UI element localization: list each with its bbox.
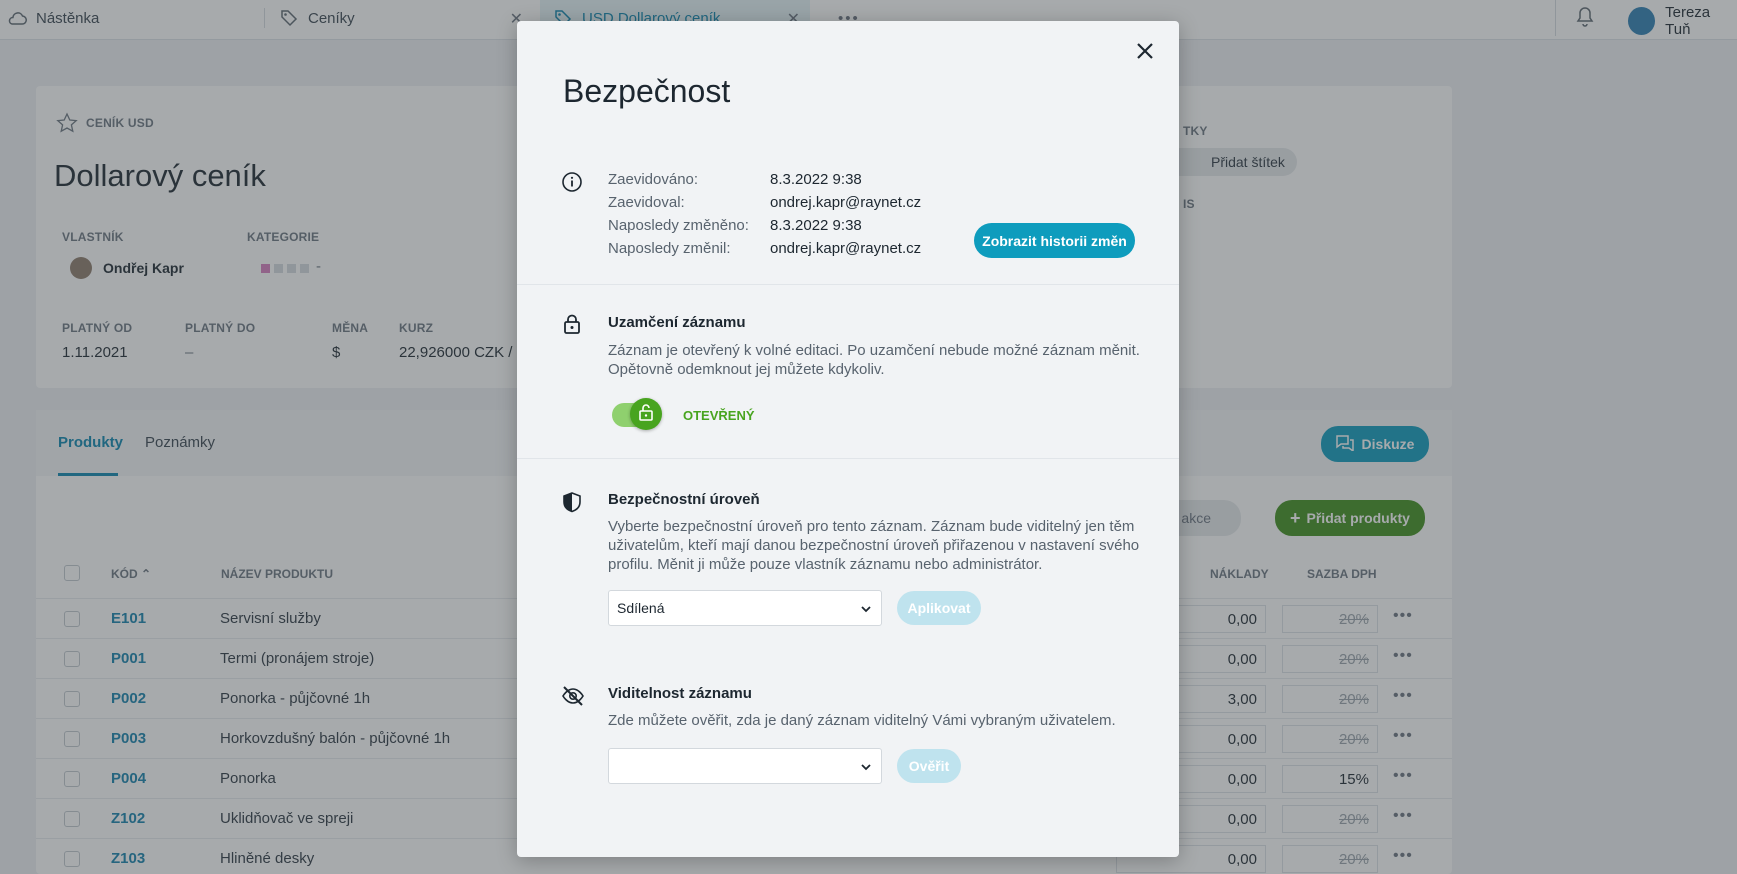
- dialog-title: Bezpečnost: [563, 73, 731, 109]
- created-value: 8.3.2022 9:38: [770, 171, 862, 188]
- changed-by-label: Naposledy změnil:: [608, 240, 731, 257]
- created-label: Zaevidováno:: [608, 171, 699, 188]
- section-divider: [517, 458, 1179, 459]
- show-history-button[interactable]: Zobrazit historii změn: [974, 223, 1135, 258]
- security-dialog: Bezpečnost Zaevidováno: 8.3.2022 9:38 Za…: [517, 21, 1179, 857]
- visibility-description: Zde můžete ověřit, zda je daný záznam vi…: [608, 712, 1116, 729]
- security-level-selected: Sdílená: [617, 600, 665, 616]
- security-level-select[interactable]: Sdílená: [608, 590, 882, 626]
- security-level-description: Vyberte bezpečnostní úroveň pro tento zá…: [608, 518, 1140, 573]
- lock-toggle-knob[interactable]: [630, 398, 662, 430]
- lock-icon: [561, 313, 583, 335]
- chevron-down-icon: [859, 760, 873, 774]
- chevron-down-icon: [859, 602, 873, 616]
- apply-button[interactable]: Aplikovat: [897, 591, 981, 625]
- changed-by-value: ondrej.kapr@raynet.cz: [770, 240, 922, 257]
- lock-section-title: Uzamčení záznamu: [608, 314, 746, 331]
- close-icon[interactable]: [1133, 39, 1159, 65]
- section-divider: [517, 284, 1179, 285]
- eye-off-icon: [561, 685, 584, 707]
- changed-value: 8.3.2022 9:38: [770, 217, 862, 234]
- created-by-value: ondrej.kapr@raynet.cz: [770, 194, 922, 211]
- unlocked-icon: [638, 403, 654, 426]
- changed-label: Naposledy změněno:: [608, 217, 749, 234]
- security-level-title: Bezpečnostní úroveň: [608, 491, 760, 508]
- visibility-title: Viditelnost záznamu: [608, 685, 752, 702]
- lock-section-description: Záznam je otevřený k volné editaci. Po u…: [608, 342, 1140, 378]
- verify-button[interactable]: Ověřit: [897, 749, 961, 783]
- shield-icon: [561, 491, 583, 513]
- user-select[interactable]: [608, 748, 882, 784]
- lock-state-label: OTEVŘENÝ: [683, 408, 755, 423]
- info-icon: [561, 171, 583, 193]
- created-by-label: Zaevidoval:: [608, 194, 685, 211]
